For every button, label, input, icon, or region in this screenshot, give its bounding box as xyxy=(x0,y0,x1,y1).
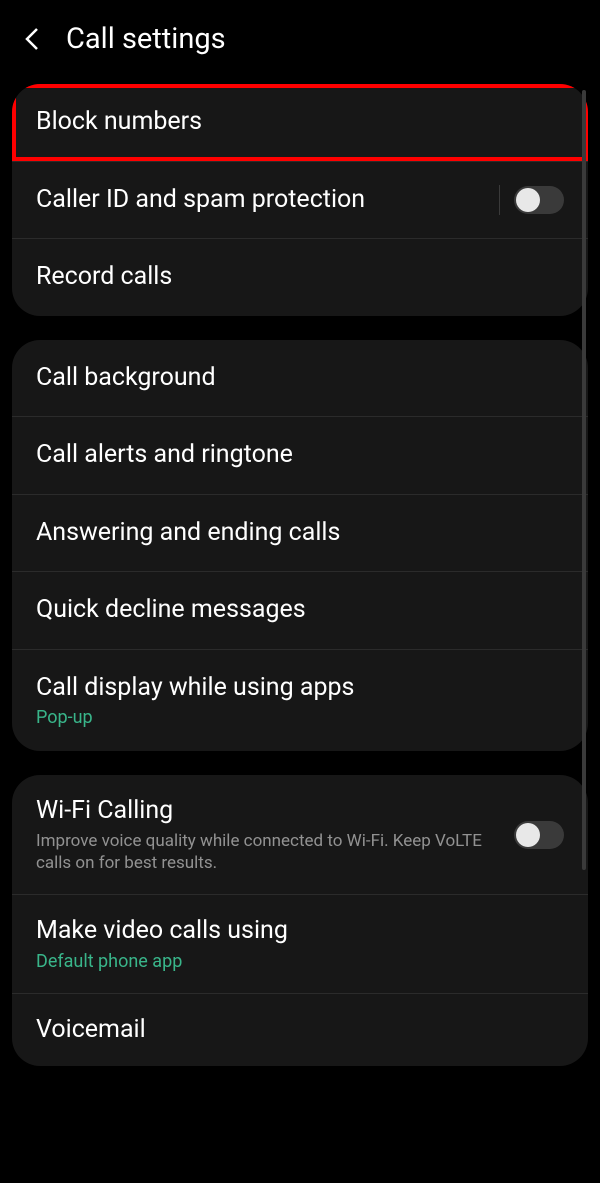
row-subtitle: Pop-up xyxy=(36,706,564,729)
row-title: Caller ID and spam protection xyxy=(36,184,499,217)
toggle-wifi-calling[interactable] xyxy=(514,821,564,849)
row-video-calls[interactable]: Make video calls using Default phone app xyxy=(12,895,588,994)
row-title: Voicemail xyxy=(36,1014,564,1047)
row-content: Voicemail xyxy=(36,1014,564,1047)
page-title: Call settings xyxy=(66,22,226,56)
row-record-calls[interactable]: Record calls xyxy=(12,239,588,316)
row-content: Caller ID and spam protection xyxy=(36,184,499,217)
row-content: Make video calls using Default phone app xyxy=(36,915,564,973)
row-content: Wi-Fi Calling Improve voice quality whil… xyxy=(36,795,514,874)
header: Call settings xyxy=(0,0,600,84)
row-content: Call background xyxy=(36,362,564,395)
row-title: Quick decline messages xyxy=(36,594,564,627)
scrollbar[interactable] xyxy=(582,90,586,870)
row-subtitle: Improve voice quality while connected to… xyxy=(36,830,514,874)
row-voicemail[interactable]: Voicemail xyxy=(12,994,588,1067)
row-title: Call background xyxy=(36,362,564,395)
settings-group-2: Call background Call alerts and ringtone… xyxy=(12,340,588,752)
settings-group-3: Wi-Fi Calling Improve voice quality whil… xyxy=(12,775,588,1066)
row-title: Block numbers xyxy=(36,106,564,139)
row-title: Call display while using apps xyxy=(36,672,564,705)
highlight-box: Block numbers xyxy=(12,84,588,161)
back-icon[interactable] xyxy=(18,25,46,53)
row-block-numbers[interactable]: Block numbers xyxy=(12,84,588,162)
row-call-background[interactable]: Call background xyxy=(12,340,588,418)
row-title: Wi-Fi Calling xyxy=(36,795,514,828)
row-content: Answering and ending calls xyxy=(36,517,564,550)
row-content: Call alerts and ringtone xyxy=(36,439,564,472)
row-title: Record calls xyxy=(36,261,564,294)
row-call-alerts[interactable]: Call alerts and ringtone xyxy=(12,417,588,495)
toggle-knob xyxy=(516,823,540,847)
row-wifi-calling[interactable]: Wi-Fi Calling Improve voice quality whil… xyxy=(12,775,588,895)
row-title: Answering and ending calls xyxy=(36,517,564,550)
toggle-caller-id[interactable] xyxy=(514,186,564,214)
toggle-knob xyxy=(516,188,540,212)
row-content: Call display while using apps Pop-up xyxy=(36,672,564,730)
row-call-display[interactable]: Call display while using apps Pop-up xyxy=(12,650,588,752)
row-content: Record calls xyxy=(36,261,564,294)
row-title: Make video calls using xyxy=(36,915,564,948)
row-caller-id-spam[interactable]: Caller ID and spam protection xyxy=(12,162,588,240)
row-answering-ending[interactable]: Answering and ending calls xyxy=(12,495,588,573)
toggle-divider xyxy=(499,185,500,215)
row-quick-decline[interactable]: Quick decline messages xyxy=(12,572,588,650)
row-title: Call alerts and ringtone xyxy=(36,439,564,472)
row-content: Quick decline messages xyxy=(36,594,564,627)
row-subtitle: Default phone app xyxy=(36,950,564,973)
settings-group-1: Block numbers Caller ID and spam protect… xyxy=(12,84,588,316)
